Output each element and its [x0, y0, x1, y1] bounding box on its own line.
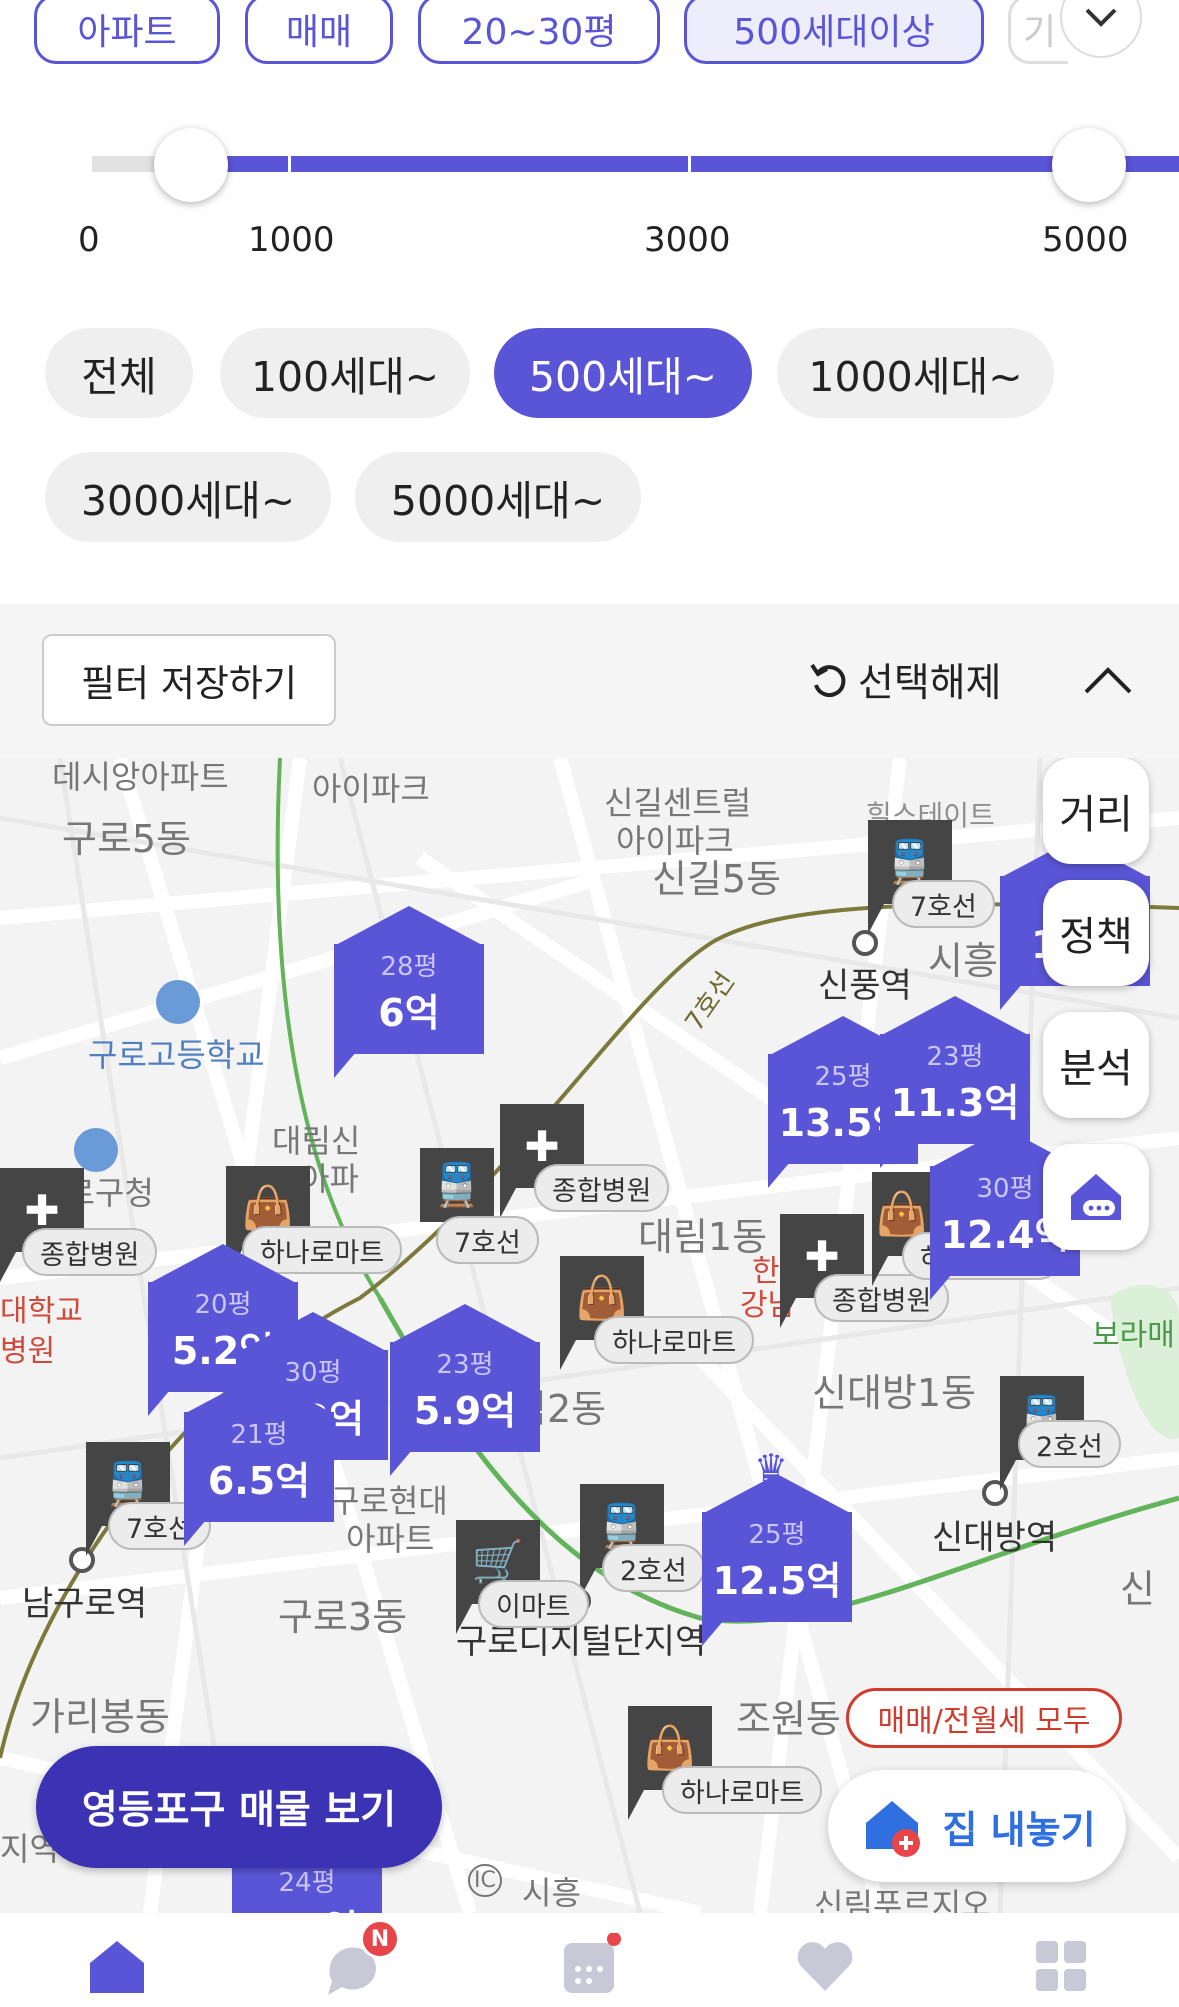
listing-price: 12.5억 — [712, 1559, 842, 1603]
notification-badge: N — [360, 1919, 400, 1959]
listing-size: 21평 — [230, 1420, 288, 1450]
map-area-label: 대학교 — [0, 1294, 83, 1329]
subway-icon: 🚆 — [420, 1148, 494, 1222]
household-option-1000[interactable]: 1000세대~ — [777, 328, 1054, 418]
heart-icon — [797, 1942, 853, 1991]
poi-label: 이마트 — [478, 1580, 589, 1628]
household-option-5000[interactable]: 5000세대~ — [355, 452, 641, 542]
household-range-slider[interactable] — [92, 156, 1179, 172]
post-home-label: 집 내놓기 — [942, 1807, 1096, 1852]
poi-label: 7호선 — [436, 1216, 539, 1264]
post-home-badge: 매매/전월세 모두 — [846, 1688, 1122, 1748]
reset-selection-label: 선택해제 — [858, 661, 1002, 706]
reset-selection-button[interactable]: 선택해제 — [806, 652, 1002, 708]
listing-price: 6.5억 — [207, 1459, 311, 1503]
ic-label: IC — [468, 1864, 502, 1897]
poi-label: 7호선 — [892, 880, 995, 928]
map-area-label: 구로3동 — [278, 1595, 408, 1639]
listing-size: 28평 — [380, 952, 438, 982]
tab-chat[interactable]: N — [318, 1919, 400, 2001]
poi-label: 하나로마트 — [594, 1316, 755, 1364]
school-icon — [156, 980, 200, 1024]
household-option-all[interactable]: 전체 — [45, 328, 193, 418]
household-option-3000[interactable]: 3000세대~ — [45, 452, 331, 542]
poi-label: 종합병원 — [534, 1164, 670, 1212]
map-area-label: 신길5동 — [652, 857, 782, 901]
listing-marker[interactable]: 28평 6억 — [334, 906, 484, 1078]
chevron-down-icon — [1085, 8, 1117, 27]
view-district-listings-button[interactable]: 영등포구 매물 보기 — [36, 1746, 442, 1868]
map-area-label: 한 — [752, 1254, 780, 1289]
listing-marker[interactable]: 23평 5.9억 — [390, 1304, 540, 1476]
government-office-icon — [74, 1128, 118, 1172]
listing-price: 6억 — [378, 991, 440, 1035]
station-label: 남구로역 — [22, 1584, 148, 1624]
policy-button[interactable]: 정책 — [1043, 880, 1149, 986]
grid-menu-icon — [1036, 1941, 1086, 1991]
chip-trade-type[interactable]: 매매 — [245, 0, 393, 64]
station-label: 신대방역 — [932, 1518, 1058, 1558]
map-area-label: 신대방1동 — [812, 1371, 977, 1415]
poi-label: 2호선 — [1018, 1420, 1121, 1468]
collapse-filters-button[interactable] — [1080, 660, 1136, 700]
listing-marker-featured[interactable]: 25평 12.5억 — [702, 1474, 852, 1646]
tab-favorites[interactable] — [790, 1931, 860, 2001]
slider-track-active — [188, 156, 1179, 172]
listing-price: 8.8억 — [232, 1898, 382, 1913]
home-chat-icon — [1071, 1174, 1121, 1220]
tab-home[interactable] — [82, 1931, 152, 2001]
save-filter-button[interactable]: 필터 저장하기 — [42, 634, 336, 726]
chat-home-button[interactable] — [1043, 1144, 1149, 1250]
slider-divider — [288, 156, 291, 172]
household-option-100[interactable]: 100세대~ — [220, 328, 470, 418]
distance-button[interactable]: 거리 — [1043, 758, 1149, 864]
slider-handle-high[interactable] — [1052, 128, 1126, 202]
poi-label: 2호선 — [602, 1544, 705, 1592]
listing-price: 11.3억 — [890, 1081, 1020, 1125]
listing-size: 23평 — [926, 1042, 984, 1072]
analysis-button[interactable]: 분석 — [1043, 1012, 1149, 1118]
slider-tick-label: 3000 — [644, 220, 731, 260]
listing-price: 5.9억 — [413, 1389, 517, 1433]
tab-calendar[interactable] — [554, 1931, 624, 2001]
home-add-icon — [866, 1801, 921, 1857]
chip-more-partial[interactable]: 기 — [1008, 0, 1068, 64]
map-area-label: 보라매 — [1092, 1318, 1175, 1353]
calendar-icon — [564, 1933, 621, 1993]
tab-menu[interactable] — [1026, 1931, 1096, 2001]
household-option-500[interactable]: 500세대~ — [494, 328, 752, 418]
map-area-label: 대림1동 — [638, 1215, 768, 1259]
slider-divider — [688, 156, 691, 172]
map-area-label: 조원동 — [736, 1697, 841, 1741]
map-view[interactable]: 데시앙아파트 아이파크 구로5동 신길센트럴 아이파크 신길5동 대림1동 신대… — [0, 758, 1179, 1913]
map-area-label: 가리봉동 — [30, 1695, 170, 1739]
chip-size-range[interactable]: 20~30평 — [418, 0, 660, 64]
map-area-label: 병원 — [0, 1334, 56, 1369]
expand-filters-button[interactable] — [1060, 0, 1142, 58]
map-area-label: 데시앙아파트 — [52, 758, 229, 796]
slider-tick-label: 1000 — [248, 220, 335, 260]
map-area-label: 신림푸르지오 — [814, 1886, 991, 1913]
chevron-up-icon — [1084, 667, 1132, 694]
slider-handle-low[interactable] — [154, 128, 228, 202]
map-area-label: 아파트 — [346, 1520, 435, 1558]
map-area-label: 시흥 — [522, 1874, 581, 1912]
map-area-label: 신 — [1120, 1567, 1155, 1611]
map-area-label: 아이파크 — [312, 770, 430, 808]
post-home-button[interactable]: 집 내놓기 — [828, 1770, 1126, 1882]
bottom-tab-bar: N — [0, 1913, 1179, 2007]
listing-size: 23평 — [436, 1350, 494, 1380]
slider-tick-label: 5000 — [1042, 220, 1129, 260]
listing-size: 25평 — [748, 1520, 806, 1550]
listing-marker[interactable]: 21평 6.5억 — [184, 1374, 334, 1546]
map-area-label: 구로5동 — [62, 817, 192, 861]
poi-label: 하나로마트 — [662, 1766, 823, 1814]
reset-icon — [810, 663, 846, 698]
home-icon — [90, 1941, 144, 1993]
school-label: 구로고등학교 — [88, 1036, 265, 1074]
chip-apartment[interactable]: 아파트 — [34, 0, 220, 64]
chip-household[interactable]: 500세대이상 — [684, 0, 984, 64]
poi-label: 종합병원 — [22, 1228, 158, 1276]
slider-tick-label: 0 — [78, 220, 100, 260]
